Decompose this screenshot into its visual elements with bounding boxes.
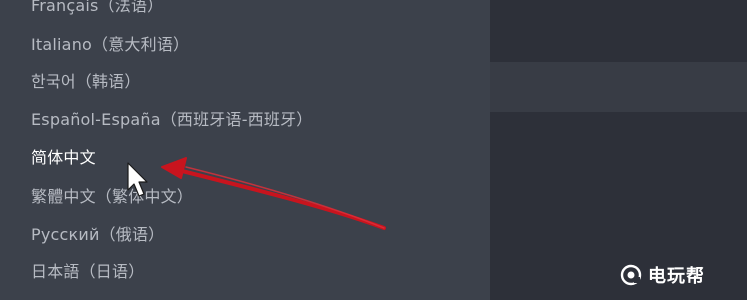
watermark-text: 电玩帮 <box>648 266 705 287</box>
watermark-logo-icon <box>620 264 642 286</box>
language-option-traditional-chinese[interactable]: 繁體中文（繁体中文） <box>31 182 193 212</box>
language-dropdown-menu: Français（法语） Italiano（意大利语） 한국어（韩语） Espa… <box>0 0 490 300</box>
language-option-russian[interactable]: Русский（俄语） <box>31 220 164 250</box>
background-band <box>490 62 747 112</box>
language-option-korean[interactable]: 한국어（韩语） <box>31 67 141 97</box>
language-option-japanese[interactable]: 日本語（日语） <box>31 257 144 287</box>
screenshot-stage: Français（法语） Italiano（意大利语） 한국어（韩语） Espa… <box>0 0 747 300</box>
language-option-simplified-chinese[interactable]: 简体中文 <box>31 143 96 173</box>
language-option-italian[interactable]: Italiano（意大利语） <box>31 30 189 60</box>
background-area <box>490 0 747 300</box>
language-option-french[interactable]: Français（法语） <box>31 0 163 21</box>
language-option-spanish-spain[interactable]: Español-España（西班牙语-西班牙） <box>31 105 312 135</box>
watermark: 电玩帮 <box>620 263 705 287</box>
